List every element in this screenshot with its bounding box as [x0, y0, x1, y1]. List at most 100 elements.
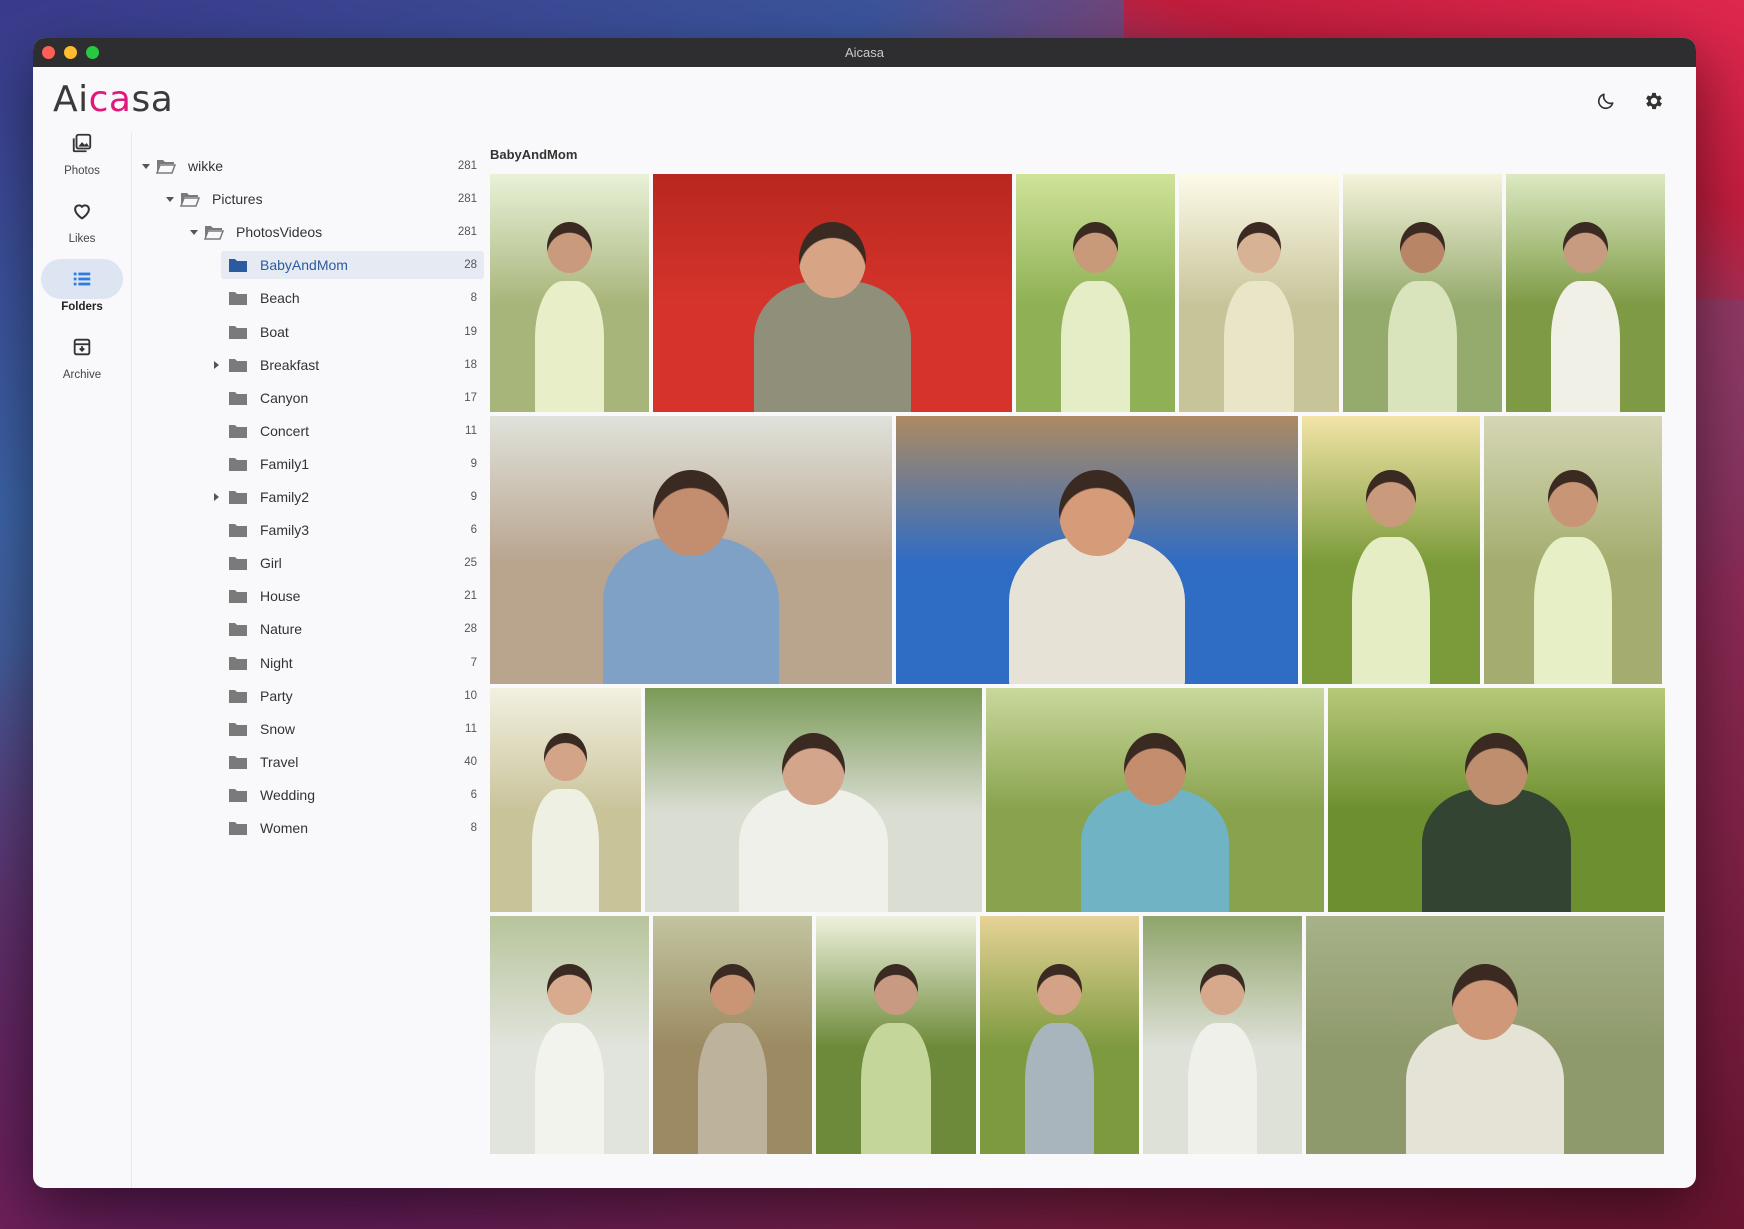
heart-icon — [74, 204, 90, 220]
expand-caret-icon[interactable] — [190, 230, 198, 236]
photo-thumbnail[interactable] — [1143, 916, 1302, 1154]
tree-item-count: 21 — [464, 590, 477, 603]
tree-item[interactable]: Snow 11 — [132, 715, 477, 743]
expand-caret-icon[interactable] — [142, 164, 150, 169]
photo-thumbnail[interactable] — [645, 688, 982, 912]
collapse-caret-icon[interactable] — [214, 360, 219, 369]
photo-subject — [602, 536, 780, 684]
tree-item[interactable]: Travel 40 — [132, 748, 477, 776]
nav-archive[interactable]: Archive — [33, 325, 131, 393]
tree-item-count: 11 — [465, 424, 477, 437]
photo-thumbnail[interactable] — [986, 688, 1324, 912]
tree-item-label: Wedding — [260, 786, 316, 803]
tree-item[interactable]: wikke 281 — [132, 152, 477, 180]
photo-thumbnail[interactable] — [490, 916, 649, 1154]
photo-thumbnail[interactable] — [816, 916, 976, 1154]
photos-icon — [72, 133, 92, 153]
tree-item[interactable]: Breakfast 18 — [132, 351, 477, 379]
folder-open-icon — [156, 160, 176, 174]
photo-subject — [534, 281, 605, 412]
photo-subject — [1387, 281, 1458, 412]
photo-face — [1037, 963, 1082, 1015]
logo-text-accent: ca — [88, 79, 132, 120]
tree-item[interactable]: Nature 28 — [132, 615, 477, 643]
folder-icon — [229, 689, 247, 703]
photo-thumbnail[interactable] — [1328, 688, 1665, 912]
tree-item-label: Breakfast — [260, 356, 320, 373]
folder-icon — [229, 722, 247, 736]
tree-item-count: 25 — [464, 557, 477, 570]
gear-icon — [1646, 92, 1662, 110]
close-window-button[interactable] — [42, 46, 55, 59]
photo-subject — [753, 281, 912, 412]
tree-item[interactable]: Family1 9 — [132, 450, 477, 478]
nav-photos-pill — [41, 123, 123, 163]
tree-item[interactable]: BabyAndMom 28 — [132, 251, 484, 280]
photo-subject — [1533, 536, 1613, 684]
tree-item-count: 11 — [465, 722, 477, 735]
photo-thumbnail[interactable] — [1179, 174, 1339, 412]
tree-item[interactable]: Boat 19 — [132, 318, 477, 346]
photo-thumbnail[interactable] — [980, 916, 1139, 1154]
photo-face — [873, 963, 919, 1016]
gallery-title: BabyAndMom — [490, 147, 578, 162]
nav-label: Likes — [68, 233, 96, 245]
photo-thumbnail[interactable] — [490, 688, 641, 912]
folder-icon — [229, 292, 247, 306]
photo-subject — [1223, 281, 1295, 412]
photo-thumbnail[interactable] — [653, 916, 812, 1154]
tree-item[interactable]: Night 7 — [132, 649, 477, 677]
theme-toggle-button[interactable] — [1592, 87, 1620, 115]
photo-thumbnail[interactable] — [896, 416, 1298, 684]
photo-subject — [532, 788, 599, 912]
tree-item-label: Women — [260, 820, 308, 836]
tree-item[interactable]: Beach 8 — [132, 284, 477, 312]
photo-thumbnail[interactable] — [653, 174, 1012, 412]
minimize-window-button[interactable] — [64, 46, 77, 59]
expand-caret-icon[interactable] — [166, 197, 174, 203]
tree-item-label: Family2 — [260, 489, 310, 505]
photo-thumbnail[interactable] — [1484, 416, 1662, 684]
gallery-panel: BabyAndMom — [490, 133, 1696, 1188]
tree-item-label: Beach — [260, 290, 300, 307]
tree-item[interactable]: Party 10 — [132, 682, 477, 710]
photo-subject — [1060, 281, 1131, 412]
archive-icon — [73, 338, 91, 356]
app-header: Aicasa — [33, 67, 1696, 133]
folder-open-icon — [180, 193, 200, 207]
tree-item[interactable]: Pictures 281 — [132, 185, 477, 213]
photo-subject — [1406, 1023, 1564, 1154]
photo-thumbnail[interactable] — [1306, 916, 1664, 1154]
photo-thumbnail[interactable] — [1343, 174, 1502, 412]
tree-item[interactable]: Girl 25 — [132, 549, 477, 577]
photo-face — [1563, 221, 1608, 273]
tree-item[interactable]: Concert 11 — [132, 417, 477, 445]
tree-item-count: 28 — [464, 623, 477, 636]
maximize-window-button[interactable] — [86, 46, 99, 59]
tree-item[interactable]: Women 8 — [132, 814, 477, 842]
nav-likes-pill — [41, 191, 123, 231]
tree-item[interactable]: PhotosVideos 281 — [132, 218, 477, 246]
settings-button[interactable] — [1640, 87, 1668, 115]
tree-item[interactable]: House 21 — [132, 582, 477, 610]
nav-label: Folders — [61, 301, 103, 313]
tree-item-label: Family1 — [260, 455, 310, 472]
tree-item[interactable]: Family2 9 — [132, 483, 477, 511]
nav-photos[interactable]: Photos — [33, 121, 131, 189]
tree-item[interactable]: Family3 6 — [132, 516, 477, 544]
photo-face — [547, 221, 592, 273]
folder-icon — [229, 391, 247, 405]
nav-folders[interactable]: Folders — [33, 257, 131, 325]
collapse-caret-icon[interactable] — [214, 493, 219, 501]
photo-face — [547, 963, 592, 1015]
photo-subject — [1187, 1023, 1258, 1154]
photo-thumbnail[interactable] — [1016, 174, 1175, 412]
photo-thumbnail[interactable] — [1302, 416, 1480, 684]
tree-item-label: Concert — [260, 422, 310, 439]
photo-thumbnail[interactable] — [1506, 174, 1665, 412]
tree-item[interactable]: Canyon 17 — [132, 384, 477, 412]
tree-item[interactable]: Wedding 6 — [132, 781, 477, 809]
nav-likes[interactable]: Likes — [33, 189, 131, 257]
photo-thumbnail[interactable] — [490, 174, 649, 412]
photo-thumbnail[interactable] — [490, 416, 892, 684]
